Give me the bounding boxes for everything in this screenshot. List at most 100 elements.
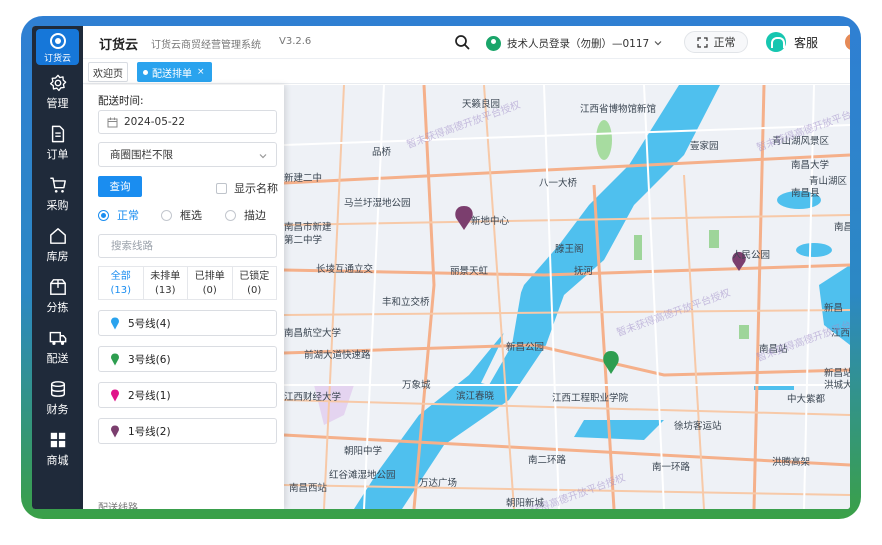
tab-bar: 欢迎页 配送排单 ×	[83, 59, 850, 84]
stat-scheduled[interactable]: 已排单 (0)	[188, 267, 233, 299]
map-label: 徐坊客运站	[674, 421, 722, 432]
sidebar-item-purchase[interactable]: 采购	[32, 172, 83, 218]
map-label: 南昌西站	[289, 483, 328, 494]
active-dot-icon	[143, 69, 148, 75]
truck-icon	[49, 331, 66, 346]
map-label: 南昌大学	[791, 160, 830, 171]
mode-radio-box-select[interactable]: 框选	[161, 207, 202, 223]
house-icon	[49, 228, 66, 244]
map-label: 南一环路	[652, 462, 691, 473]
map-label: 万达广场	[419, 478, 458, 489]
stat-locked[interactable]: 已锁定 (0)	[233, 267, 277, 299]
map-label: 丰和立交桥	[382, 297, 430, 308]
stat-label: 全部	[110, 271, 131, 282]
user-menu[interactable]: 技术人员登录（勿删）—0117	[486, 34, 663, 52]
radio-label: 描边	[244, 209, 266, 222]
mode-radio-normal[interactable]: 正常	[98, 207, 139, 223]
app-logo[interactable]: 订货云	[36, 29, 79, 65]
map-label: 南昌县	[791, 188, 820, 199]
map-view[interactable]: 天籁良园 江西省博物馆新馆 壹家园 青山湖风景区 南昌大学 品桥 新建二中 南昌…	[284, 85, 850, 509]
date-picker[interactable]: 2024-05-22	[98, 110, 277, 134]
mode-radio-group: 正常 框选 描边	[98, 207, 278, 223]
sidebar-item-orders[interactable]: 订单	[32, 121, 83, 167]
radio-label: 框选	[180, 209, 202, 222]
map-label: 南二环路	[528, 455, 567, 466]
mode-radio-outline[interactable]: 描边	[225, 207, 266, 223]
chevron-down-icon	[259, 154, 267, 159]
stat-count: (0)	[247, 285, 262, 296]
map-label: 品桥	[372, 147, 392, 158]
route-item[interactable]: 1号线(2)	[98, 418, 277, 444]
map-label: 江西财经大学	[284, 392, 342, 403]
route-label: 3号线(6)	[128, 353, 171, 366]
map-label: 抚河	[574, 266, 594, 277]
status-button[interactable]: 正常	[684, 31, 748, 53]
stat-label: 已排单	[194, 271, 225, 282]
map-label: 滨江春晓	[456, 391, 495, 402]
stat-label: 已锁定	[239, 271, 270, 282]
select-value: 商圈围栏不限	[110, 149, 173, 161]
date-value: 2024-05-22	[124, 116, 186, 128]
map-label: 江西工程职业学院	[552, 393, 629, 404]
map-label: 新昌	[824, 303, 844, 314]
app-name: 订货云	[99, 38, 139, 53]
map-label: 马兰圩湿地公园	[344, 198, 411, 209]
radio-circle[interactable]	[161, 209, 172, 221]
profile-avatar[interactable]	[845, 34, 850, 50]
stat-all[interactable]: 全部 (13)	[99, 267, 144, 299]
gear-icon	[49, 74, 66, 92]
show-name-checkbox[interactable]: 显示名称	[216, 180, 278, 196]
route-item[interactable]: 5号线(4)	[98, 310, 277, 336]
sidebar-item-management[interactable]: 管理	[32, 70, 83, 116]
coins-icon	[50, 381, 65, 397]
map-label: 新建二中	[284, 173, 323, 184]
tab-delivery-scheduling[interactable]: 配送排单 ×	[137, 62, 212, 82]
route-stats: 全部 (13) 未排单 (13) 已排单 (0) 已锁定 (0)	[98, 266, 277, 300]
app-window: 订货云 管理 订单 采购 库房 分拣 配送 财务 商城 订货云 订货云商贸经营管…	[32, 26, 850, 509]
map-label: 朝阳中学	[344, 446, 383, 457]
stat-count: (0)	[202, 285, 217, 296]
calendar-icon	[107, 117, 118, 127]
app-version: V3.2.6	[279, 36, 312, 47]
radio-circle[interactable]	[225, 209, 236, 221]
user-name: 技术人员登录（勿删）—0117	[507, 37, 650, 50]
route-label: 1号线(2)	[128, 425, 171, 438]
map-label: 洪城大市场	[824, 380, 850, 391]
query-button[interactable]: 查询	[98, 176, 142, 197]
location-pin-icon	[111, 389, 119, 401]
sidebar-item-label: 分拣	[46, 301, 69, 314]
map-label: 南昌	[834, 222, 850, 233]
radio-circle[interactable]	[98, 209, 109, 221]
sidebar-item-label: 商城	[46, 454, 69, 467]
document-icon	[51, 125, 64, 143]
date-label: 配送时间:	[98, 95, 144, 107]
map-label: 前湖大道快速路	[304, 350, 371, 361]
tab-label: 配送排单	[152, 68, 192, 80]
customer-service-button[interactable]: 客服	[766, 30, 818, 54]
sidebar-item-mall[interactable]: 商城	[32, 427, 83, 473]
location-pin-icon	[111, 353, 119, 365]
checkbox-label: 显示名称	[234, 182, 278, 195]
geofence-select[interactable]: 商圈围栏不限	[98, 142, 277, 167]
search-icon[interactable]	[454, 34, 470, 50]
map-label: 壹家园	[690, 141, 719, 152]
close-icon[interactable]: ×	[197, 67, 205, 77]
sidebar-item-label: 配送	[46, 352, 69, 365]
map-label: 中大紫都	[787, 394, 826, 405]
avatar	[486, 35, 501, 51]
tab-welcome[interactable]: 欢迎页	[88, 62, 128, 82]
sidebar-item-warehouse[interactable]: 库房	[32, 223, 83, 269]
map-label: 南昌市新建	[284, 222, 332, 233]
route-label: 5号线(4)	[128, 317, 171, 330]
checkbox-box[interactable]	[216, 182, 227, 194]
route-item[interactable]: 3号线(6)	[98, 346, 277, 372]
route-search-input[interactable]	[98, 234, 277, 258]
grid-icon	[50, 432, 65, 448]
sidebar-item-sorting[interactable]: 分拣	[32, 274, 83, 320]
sidebar-item-finance[interactable]: 财务	[32, 376, 83, 422]
route-item[interactable]: 2号线(1)	[98, 382, 277, 408]
cart-icon	[49, 177, 66, 193]
chevron-down-icon	[654, 41, 662, 46]
sidebar-item-delivery[interactable]: 配送	[32, 325, 83, 371]
stat-unscheduled[interactable]: 未排单 (13)	[144, 267, 188, 299]
